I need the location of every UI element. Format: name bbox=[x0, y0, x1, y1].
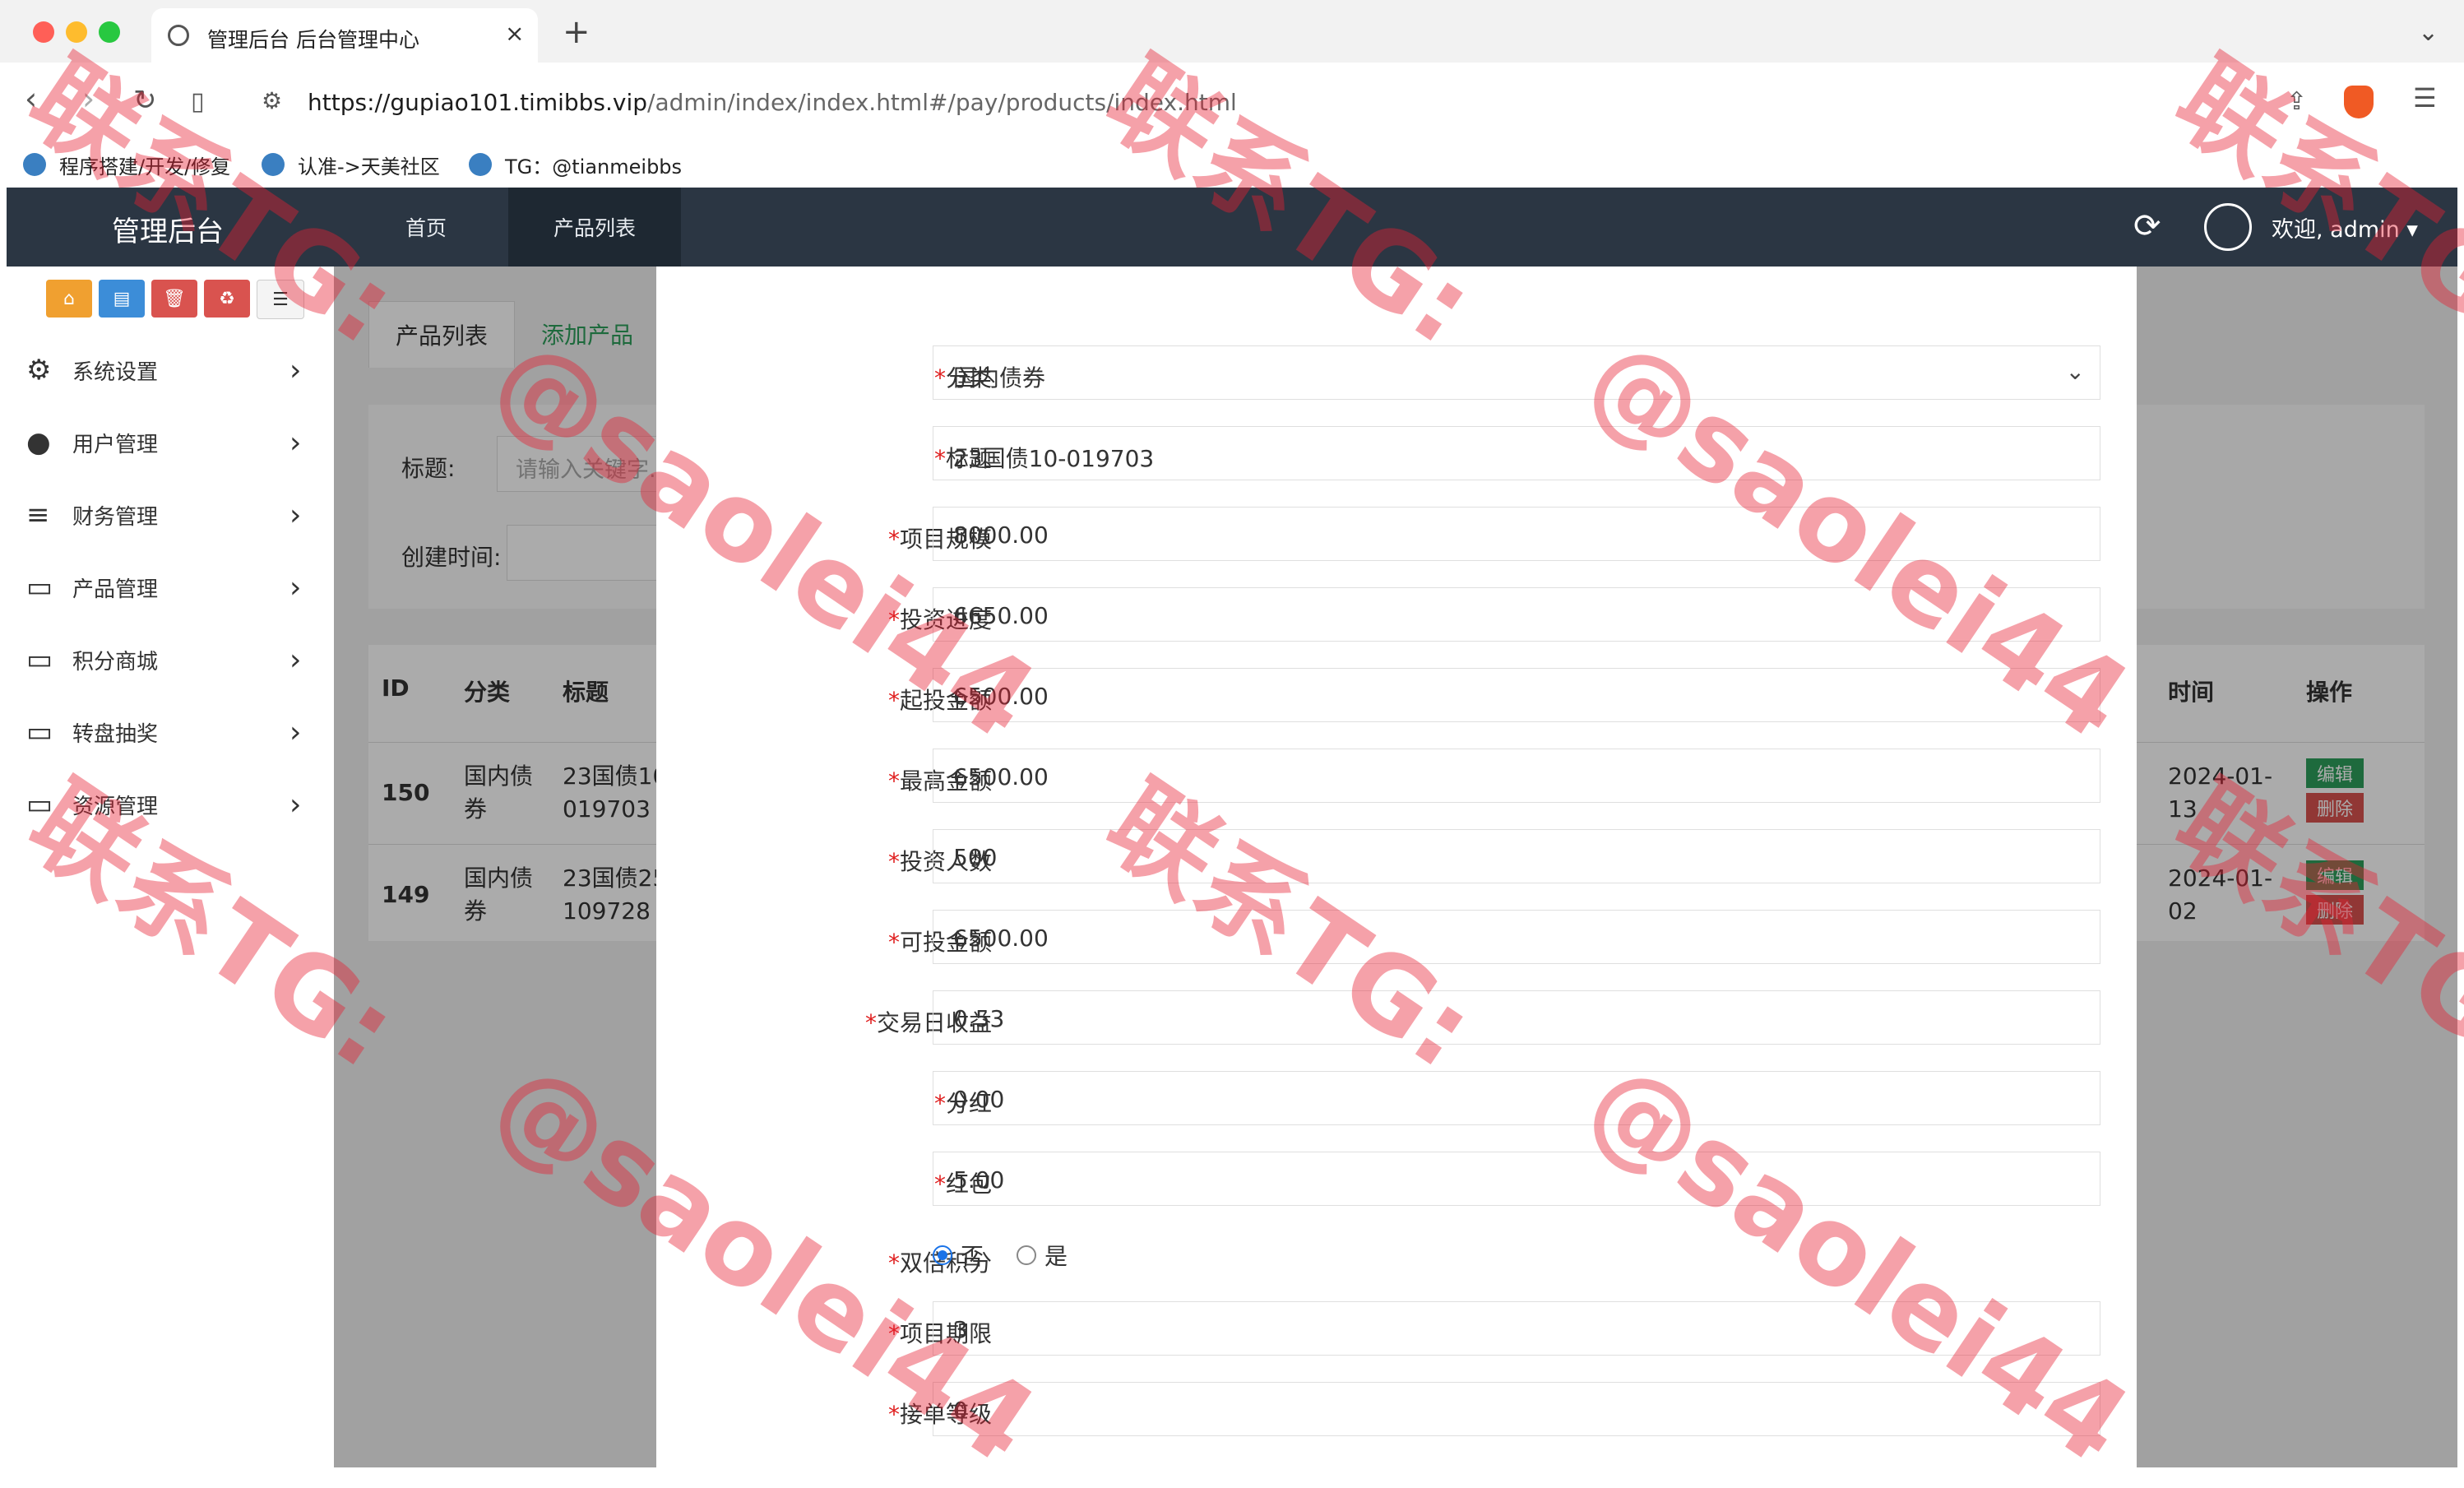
chevron-down-icon: ⌄ bbox=[2065, 358, 2085, 385]
tab-close-icon[interactable]: × bbox=[505, 20, 524, 47]
form-row-title: *标题 23国债10-019703 bbox=[656, 426, 2137, 484]
red-packet-field[interactable]: 5.00 bbox=[933, 1152, 2100, 1206]
chevron-right-icon: › bbox=[289, 425, 302, 460]
select-value: 国内债券 bbox=[953, 364, 1046, 392]
tm-logo-icon bbox=[469, 153, 492, 176]
required-mark: * bbox=[887, 848, 900, 875]
form-row-dividend: *分红 0.00 bbox=[656, 1071, 2137, 1129]
database-icon: ≡ bbox=[26, 498, 50, 531]
bookmark-label: TG：@tianmeibbs bbox=[505, 155, 683, 178]
nav-product-list[interactable]: 产品列表 bbox=[508, 188, 681, 267]
site-settings-icon[interactable]: ⚙ bbox=[262, 87, 282, 114]
globe-icon bbox=[168, 25, 189, 46]
chevron-right-icon: › bbox=[289, 642, 302, 677]
new-tab-button[interactable]: + bbox=[563, 13, 591, 51]
min-amount-field[interactable]: 6500.00 bbox=[933, 668, 2100, 722]
daily-yield-field[interactable]: 0.53 bbox=[933, 990, 2100, 1045]
monitor-icon: ▭ bbox=[26, 716, 53, 749]
radio-label: 否 bbox=[961, 1243, 984, 1270]
file-icon[interactable]: ▤ bbox=[99, 280, 145, 318]
double-points-radio-group: 否 是 bbox=[933, 1239, 1068, 1272]
monitor-icon: ▭ bbox=[26, 643, 53, 676]
field-value: 5.00 bbox=[953, 1166, 1005, 1194]
chevron-right-icon: › bbox=[289, 353, 302, 387]
field-value: 6500.00 bbox=[953, 763, 1049, 790]
field-value: 6500.00 bbox=[953, 925, 1049, 952]
avatar bbox=[2204, 203, 2252, 251]
trash-icon[interactable]: 🗑 bbox=[151, 280, 197, 318]
close-window-button[interactable] bbox=[33, 21, 54, 43]
chevron-right-icon: › bbox=[289, 498, 302, 532]
sidebar-item-label: 积分商城 bbox=[72, 649, 159, 674]
sidebar-item-lottery[interactable]: ▭ 转盘抽奖 › bbox=[7, 696, 334, 768]
refresh-icon[interactable]: ⟳ bbox=[2133, 207, 2161, 245]
category-select[interactable]: 国内债券 ⌄ bbox=[933, 345, 2100, 400]
field-value: 8000.00 bbox=[953, 521, 1049, 549]
sidebar-item-label: 财务管理 bbox=[72, 504, 159, 530]
chevron-right-icon: › bbox=[289, 787, 302, 822]
chevron-down-icon[interactable]: ⌄ bbox=[2418, 18, 2439, 47]
max-amount-field[interactable]: 6500.00 bbox=[933, 749, 2100, 803]
browser-tab[interactable]: 管理后台 后台管理中心 × bbox=[151, 8, 538, 63]
required-mark: * bbox=[887, 929, 900, 956]
chevron-right-icon: › bbox=[289, 715, 302, 749]
tab-title: 管理后台 后台管理中心 bbox=[207, 28, 419, 52]
radio-no[interactable] bbox=[933, 1245, 952, 1265]
home-icon[interactable]: ⌂ bbox=[46, 280, 92, 318]
title-field[interactable]: 23国债10-019703 bbox=[933, 426, 2100, 480]
required-mark: * bbox=[864, 1009, 877, 1036]
sidebar-item-users[interactable]: ● 用户管理 › bbox=[7, 406, 334, 479]
menu-icon[interactable]: ☰ bbox=[2413, 82, 2437, 114]
sidebar-item-label: 转盘抽奖 bbox=[72, 721, 159, 747]
form-row-investors: *投资人数 500 bbox=[656, 829, 2137, 887]
url-text[interactable]: https://gupiao101.timibbs.vip/admin/inde… bbox=[308, 89, 1237, 116]
radio-label: 是 bbox=[1044, 1243, 1068, 1270]
url-host: https://gupiao101.timibbs.vip bbox=[308, 89, 648, 116]
field-value: 0.00 bbox=[953, 1086, 1005, 1113]
sidebar-item-finance[interactable]: ≡ 财务管理 › bbox=[7, 479, 334, 551]
sidebar-item-label: 系统设置 bbox=[72, 359, 159, 385]
monitor-icon: ▭ bbox=[26, 571, 53, 604]
field-value: 500 bbox=[953, 844, 998, 871]
order-level-field[interactable]: 0 bbox=[933, 1382, 2100, 1436]
radio-yes[interactable] bbox=[1017, 1245, 1037, 1265]
dividend-field[interactable]: 0.00 bbox=[933, 1071, 2100, 1125]
bookmark-item[interactable]: TG：@tianmeibbs bbox=[469, 148, 682, 181]
sidebar-item-products[interactable]: ▭ 产品管理 › bbox=[7, 551, 334, 623]
sidebar-item-points-mall[interactable]: ▭ 积分商城 › bbox=[7, 623, 334, 696]
gears-icon: ⚙ bbox=[26, 354, 52, 387]
form-row-red-packet: *红包 5.00 bbox=[656, 1152, 2137, 1209]
sidebar-item-label: 产品管理 bbox=[72, 577, 159, 602]
chevron-right-icon: › bbox=[289, 570, 302, 605]
field-value: 0.53 bbox=[953, 1005, 1005, 1032]
field-value: 23国债10-019703 bbox=[953, 445, 1155, 472]
sidebar-item-system[interactable]: ⚙ 系统设置 › bbox=[7, 334, 334, 406]
form-row-max-amount: *最高金额 6500.00 bbox=[656, 749, 2137, 806]
required-mark: * bbox=[887, 767, 900, 795]
user-icon: ● bbox=[26, 426, 51, 459]
sidebar-item-label: 用户管理 bbox=[72, 432, 159, 457]
available-amount-field[interactable]: 6500.00 bbox=[933, 910, 2100, 964]
